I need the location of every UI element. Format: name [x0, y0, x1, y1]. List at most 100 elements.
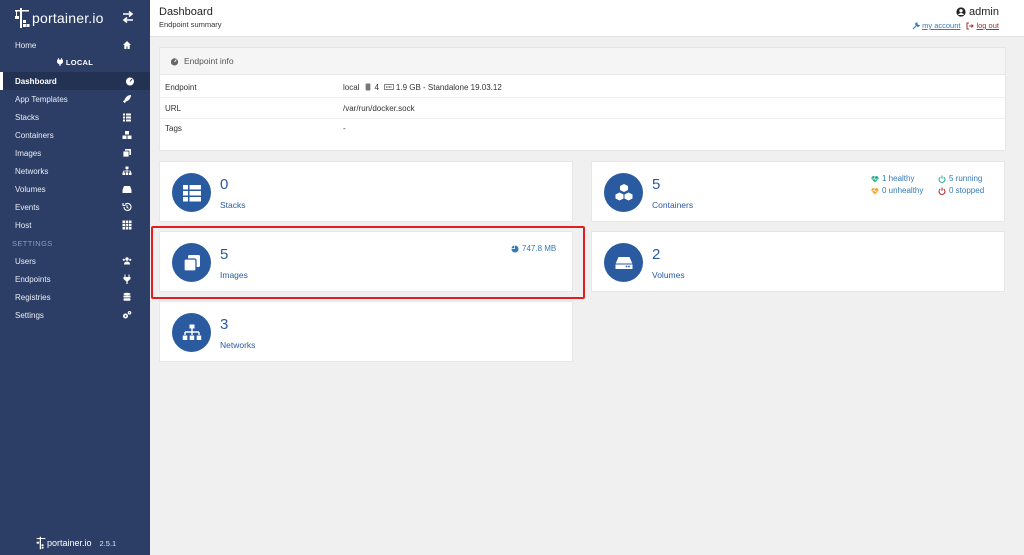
containers-label: Containers	[652, 200, 694, 210]
sitemap-icon	[122, 166, 132, 175]
th-list-icon	[182, 184, 201, 201]
url-row: URL /var/run/docker.sock	[160, 98, 1005, 119]
sidebar-item-events[interactable]: Events	[0, 198, 150, 216]
heartbeat-icon	[871, 187, 879, 194]
sidebar-item-stacks[interactable]: Stacks	[0, 108, 150, 126]
stacks-widget-icon	[172, 173, 211, 212]
unhealthy-status: 0 unhealthy	[871, 186, 923, 195]
sidebar-item-label: App Templates	[15, 94, 68, 104]
volumes-label: Volumes	[652, 270, 685, 280]
brand-name: portainer.io	[32, 10, 104, 26]
my-account-link[interactable]: my account	[912, 21, 960, 30]
user-links: my account log out	[912, 21, 999, 30]
username: admin	[969, 6, 999, 18]
networks-widget[interactable]: 3 Networks	[159, 301, 573, 362]
sidebar-item-settings[interactable]: Settings	[0, 306, 150, 324]
healthy-status: 1 healthy	[871, 174, 914, 183]
settings-section-title: SETTINGS	[12, 239, 53, 248]
th-list-icon	[123, 113, 131, 122]
page-header: Dashboard Endpoint summary admin my acco…	[150, 0, 1024, 37]
plug-icon	[123, 274, 131, 284]
endpoint-row: Endpoint local 4 1.9 GB - Standalone 19.…	[160, 77, 1005, 98]
hdd-icon	[122, 186, 132, 193]
users-icon	[122, 257, 132, 265]
clone-icon	[122, 149, 131, 158]
crane-logo-icon	[15, 8, 30, 28]
user-circle-icon	[956, 7, 966, 17]
dashboard-icon	[170, 57, 179, 66]
version-label: 2.5.1	[99, 538, 117, 548]
sidebar-item-app-templates[interactable]: App Templates	[0, 90, 150, 108]
networks-widget-icon	[172, 313, 211, 352]
power-icon	[938, 187, 946, 195]
images-highlight-box	[151, 226, 585, 299]
endpoint-name: local	[343, 82, 360, 92]
page-subtitle: Endpoint summary	[159, 20, 222, 29]
sidebar-item-label: Host	[15, 220, 32, 230]
memory-info: 1.9 GB - Standalone 19.03.12	[395, 82, 502, 92]
sidebar-item-label: Endpoints	[15, 274, 51, 284]
sidebar-item-images[interactable]: Images	[0, 144, 150, 162]
sidebar-item-label: Settings	[15, 310, 44, 320]
endpoint-key: Endpoint	[165, 82, 197, 92]
stacks-widget[interactable]: 0 Stacks	[159, 161, 573, 222]
sidebar-item-label: Users	[15, 256, 36, 266]
sidebar-item-label: Images	[15, 148, 42, 158]
sidebar-item-networks[interactable]: Networks	[0, 162, 150, 180]
sidebar-item-endpoints[interactable]: Endpoints	[0, 270, 150, 288]
endpoint-local-label: LOCAL	[0, 58, 150, 67]
sidebar-item-registries[interactable]: Registries	[0, 288, 150, 306]
volumes-count: 2	[652, 246, 661, 263]
hdd-icon	[615, 256, 632, 269]
endpoint-info-panel: Endpoint info Endpoint local 4 1.9 GB - …	[159, 47, 1006, 151]
plug-icon	[56, 58, 63, 66]
sidebar-item-label: Dashboard	[15, 76, 57, 86]
th-icon	[122, 220, 132, 230]
sidebar-toggle-icon[interactable]	[121, 11, 135, 23]
panel-title: Endpoint info	[184, 56, 234, 66]
sidebar-item-home[interactable]: Home	[0, 36, 150, 54]
sidebar-item-label: Events	[15, 202, 40, 212]
log-out-link[interactable]: log out	[966, 21, 999, 30]
sidebar-item-dashboard[interactable]: Dashboard	[0, 72, 150, 90]
stopped-status: 0 stopped	[938, 186, 984, 195]
sign-out-icon	[966, 22, 975, 29]
networks-label: Networks	[220, 340, 256, 350]
cubes-icon	[615, 183, 632, 200]
volumes-widget-icon	[604, 243, 643, 282]
user-info: admin	[956, 6, 999, 18]
running-status: 5 running	[938, 174, 982, 183]
volumes-widget[interactable]: 2 Volumes	[591, 231, 1005, 292]
sidebar-item-label: Volumes	[15, 184, 46, 194]
sidebar-footer: portainer.io 2.5.1	[36, 536, 116, 550]
tags-row: Tags -	[160, 119, 1005, 150]
stacks-label: Stacks	[220, 200, 246, 210]
url-value: /var/run/docker.sock	[343, 103, 415, 113]
sidebar-item-containers[interactable]: Containers	[0, 126, 150, 144]
containers-widget[interactable]: 5 Containers 1 healthy 0 unhealthy 5 run…	[591, 161, 1005, 222]
endpoint-value: local 4 1.9 GB - Standalone 19.03.12	[343, 83, 502, 92]
sidebar: portainer.io Home LOCAL Dashboard App Te…	[0, 0, 150, 555]
home-icon	[123, 41, 131, 49]
memory-icon	[383, 84, 394, 90]
rocket-icon	[123, 95, 131, 103]
tags-value: -	[343, 124, 346, 133]
sidebar-item-host[interactable]: Host	[0, 216, 150, 234]
sidebar-item-volumes[interactable]: Volumes	[0, 180, 150, 198]
sidebar-item-label: Networks	[15, 166, 49, 176]
stacks-count: 0	[220, 176, 229, 193]
power-icon	[938, 175, 946, 183]
microchip-icon	[365, 83, 372, 91]
footer-brand-name: portainer.io	[47, 538, 92, 548]
tags-key: Tags	[165, 124, 182, 133]
containers-count: 5	[652, 176, 661, 193]
portainer-logo[interactable]: portainer.io	[14, 7, 104, 29]
dashboard-icon	[126, 77, 134, 86]
sidebar-item-users[interactable]: Users	[0, 252, 150, 270]
cogs-icon	[123, 311, 132, 319]
wrench-icon	[912, 21, 921, 29]
cpu-count: 4	[374, 82, 379, 92]
panel-header: Endpoint info	[160, 48, 1005, 75]
database-icon	[123, 292, 131, 301]
sitemap-icon	[182, 324, 201, 340]
